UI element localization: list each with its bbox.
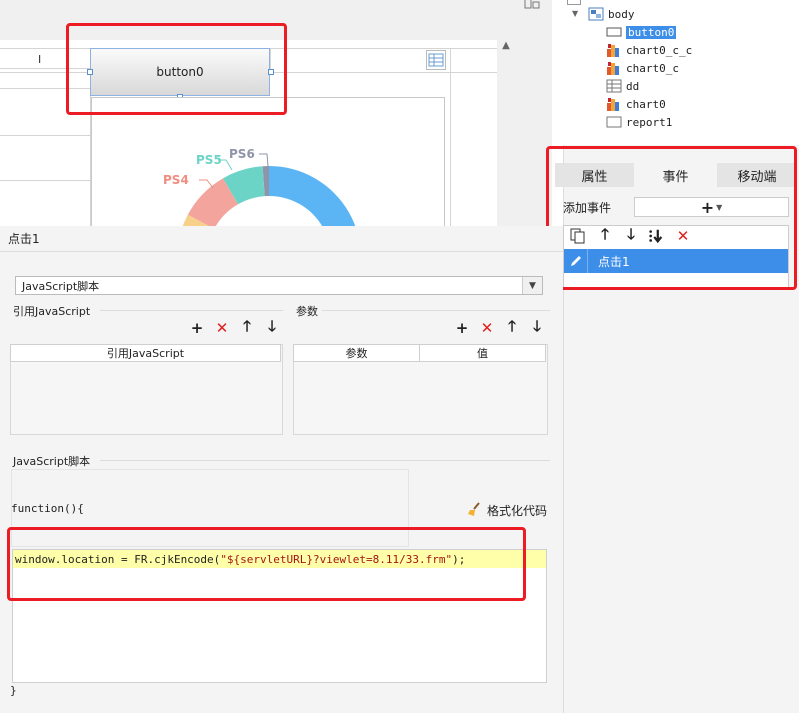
format-code-label: 格式化代码: [487, 504, 548, 518]
tree-item-label: dd: [626, 79, 640, 93]
tree-item-button0[interactable]: button0: [606, 23, 677, 41]
script-type-value: JavaScript脚本: [22, 279, 100, 293]
scroll-up-icon[interactable]: ▲: [499, 40, 513, 54]
add-ref-icon[interactable]: +: [189, 319, 205, 337]
tree-item-report1[interactable]: report1: [606, 113, 672, 131]
series-label: PS6: [229, 147, 255, 161]
event-editor-title: 点击1: [0, 226, 563, 252]
broom-icon: [467, 501, 483, 520]
layout-icon[interactable]: [524, 0, 542, 10]
ref-js-column-header: 引用JavaScript: [10, 344, 281, 362]
body-icon: [588, 7, 604, 21]
ref-js-label: 引用JavaScript: [13, 305, 91, 318]
tree-item-chart0[interactable]: chart0: [606, 95, 666, 113]
script-type-select[interactable]: JavaScript脚本: [15, 276, 543, 295]
delete-ref-icon[interactable]: ✕: [214, 319, 230, 337]
ref-down-icon[interactable]: 🡓: [264, 317, 280, 336]
tree-item-label: chart0_c: [626, 61, 679, 75]
tree-item-chart0-c-c[interactable]: chart0_c_c: [606, 41, 692, 59]
chart-icon: [606, 61, 622, 75]
param-down-icon[interactable]: 🡓: [529, 317, 545, 336]
code-function-open: function(){: [11, 502, 84, 515]
series-label-leader: [259, 153, 269, 167]
chevron-down-icon[interactable]: ▼: [522, 277, 542, 294]
chart-widget[interactable]: PS6 PS5 PS4: [91, 97, 445, 232]
collapsed-node-icon: [567, 0, 581, 5]
button-icon: [606, 25, 622, 39]
format-code-button[interactable]: 格式化代码: [467, 501, 547, 520]
series-label: PS5: [196, 153, 222, 167]
tree-item-label: report1: [626, 115, 673, 129]
series-label: PS4: [163, 173, 189, 187]
expand-arrow-icon[interactable]: ▼: [572, 9, 578, 18]
ref-up-icon[interactable]: 🡑: [239, 317, 255, 336]
highlight-box-button: [66, 23, 287, 115]
add-param-icon[interactable]: +: [454, 319, 470, 337]
param-name-header: 参数: [293, 344, 420, 362]
highlight-box-code: [7, 527, 526, 601]
delete-param-icon[interactable]: ✕: [479, 319, 495, 337]
table-icon: [606, 79, 622, 93]
report-icon: [606, 115, 622, 129]
tree-item-label: button0: [626, 25, 677, 39]
chart-icon: [606, 43, 622, 57]
script-section-label: JavaScript脚本: [13, 455, 91, 468]
tree-item-label: chart0_c_c: [626, 43, 693, 57]
tree-item-label: body: [608, 7, 635, 21]
donut-chart: PS6 PS5 PS4: [163, 147, 357, 231]
sheet-icon[interactable]: [426, 50, 446, 70]
tree-item-dd[interactable]: dd: [606, 77, 639, 95]
donut-segment: [269, 166, 357, 231]
param-value-header: 值: [419, 344, 546, 362]
tree-item-chart0-c[interactable]: chart0_c: [606, 59, 679, 77]
column-header: I: [38, 53, 42, 66]
tree-item-body[interactable]: body: [588, 5, 635, 23]
canvas-scrollbar[interactable]: [497, 40, 525, 226]
tree-item-label: chart0: [626, 97, 666, 111]
param-up-icon[interactable]: 🡑: [504, 317, 520, 336]
params-label: 参数: [296, 305, 318, 318]
code-function-close: }: [10, 684, 17, 697]
highlight-box-events: [546, 146, 797, 290]
chart-icon: [606, 97, 622, 111]
